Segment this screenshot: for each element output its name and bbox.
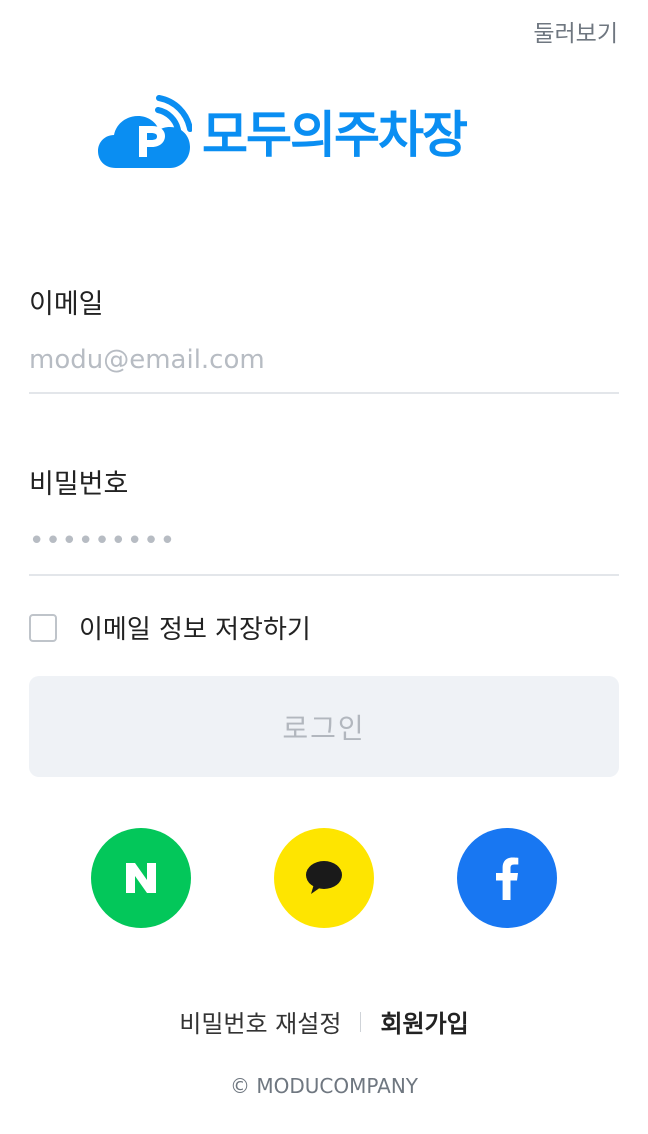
password-field-group: 비밀번호 bbox=[29, 462, 619, 576]
password-label: 비밀번호 bbox=[29, 469, 129, 500]
copyright-text: © MODUCOMPANY bbox=[230, 1074, 418, 1098]
facebook-login-button[interactable] bbox=[457, 828, 557, 928]
naver-login-button[interactable] bbox=[91, 828, 191, 928]
facebook-f-icon bbox=[496, 857, 519, 900]
logo-text: 모두의주차장 bbox=[202, 106, 468, 164]
link-divider bbox=[360, 1011, 362, 1032]
app-logo: 모두의주차장 bbox=[96, 94, 468, 176]
cloud-parking-icon bbox=[98, 95, 192, 168]
browse-link[interactable]: 둘러보기 bbox=[533, 14, 618, 48]
login-button[interactable]: 로그인 bbox=[29, 676, 619, 777]
remember-email-checkbox[interactable] bbox=[29, 613, 57, 642]
reset-password-link[interactable]: 비밀번호 재설정 bbox=[179, 1004, 341, 1039]
kakao-login-button[interactable] bbox=[274, 828, 374, 928]
signup-link[interactable]: 회원가입 bbox=[380, 1004, 468, 1039]
remember-email-option[interactable]: 이메일 정보 저장하기 bbox=[29, 609, 311, 646]
email-label: 이메일 bbox=[29, 289, 104, 320]
password-input[interactable] bbox=[29, 508, 619, 576]
email-input[interactable] bbox=[29, 328, 619, 394]
login-screen: 둘러보기 모두의주차장 이메일 비밀번호 이메일 정보 저장하기 로그인 bbox=[0, 0, 648, 1134]
speech-bubble-icon bbox=[306, 861, 342, 894]
remember-email-label: 이메일 정보 저장하기 bbox=[79, 615, 311, 645]
footer-links: 비밀번호 재설정 회원가입 bbox=[0, 1004, 648, 1039]
email-field-group: 이메일 bbox=[29, 282, 619, 394]
naver-n-icon bbox=[126, 863, 156, 893]
